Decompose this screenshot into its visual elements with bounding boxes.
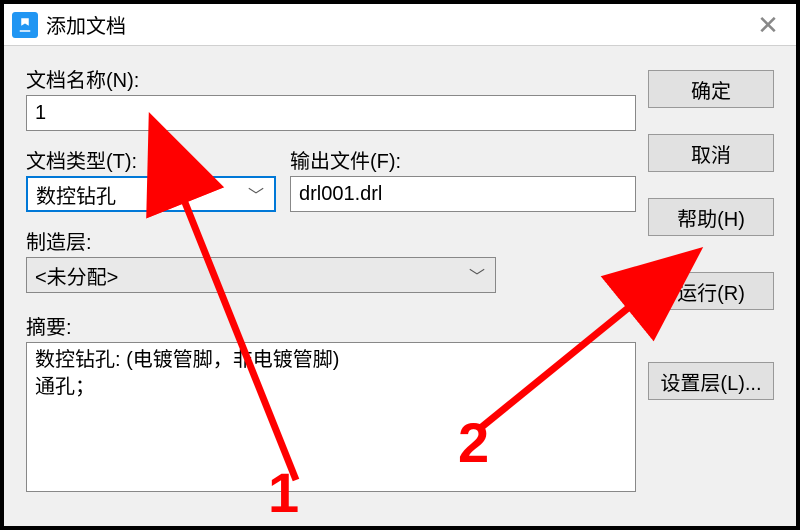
output-file-input[interactable] bbox=[290, 176, 636, 212]
ok-button[interactable]: 确定 bbox=[648, 70, 774, 108]
doc-type-combo[interactable]: 数控钻孔 ﹀ bbox=[26, 176, 276, 212]
output-file-label: 输出文件(F): bbox=[290, 145, 636, 174]
window-title: 添加文档 bbox=[46, 10, 748, 39]
doc-name-input[interactable] bbox=[26, 95, 636, 131]
summary-textarea[interactable]: 数控钻孔: (电镀管脚，非电镀管脚) 通孔； bbox=[26, 342, 636, 492]
mfg-layer-value: <未分配> bbox=[35, 261, 465, 290]
mfg-layer-combo[interactable]: <未分配> ﹀ bbox=[26, 257, 496, 293]
close-icon[interactable]: ✕ bbox=[748, 12, 788, 38]
app-icon bbox=[12, 12, 38, 38]
doc-type-label: 文档类型(T): bbox=[26, 145, 276, 174]
form-area: 文档名称(N): 文档类型(T): 数控钻孔 ﹀ 输出文件(F): 制造层: bbox=[26, 64, 636, 492]
annotation-number-2: 2 bbox=[458, 410, 489, 475]
run-button[interactable]: 运行(R) bbox=[648, 272, 774, 310]
set-layer-button[interactable]: 设置层(L)... bbox=[648, 362, 774, 400]
help-button[interactable]: 帮助(H) bbox=[648, 198, 774, 236]
doc-type-value: 数控钻孔 bbox=[36, 180, 244, 209]
cancel-button[interactable]: 取消 bbox=[648, 134, 774, 172]
doc-name-label: 文档名称(N): bbox=[26, 64, 636, 93]
dialog-window: 添加文档 ✕ 文档名称(N): 文档类型(T): 数控钻孔 ﹀ 输出文件(F): bbox=[0, 0, 800, 530]
chevron-down-icon: ﹀ bbox=[244, 182, 268, 206]
client-area: 文档名称(N): 文档类型(T): 数控钻孔 ﹀ 输出文件(F): 制造层: bbox=[8, 50, 792, 522]
mfg-layer-label: 制造层: bbox=[26, 226, 636, 255]
annotation-number-1: 1 bbox=[268, 460, 299, 525]
titlebar: 添加文档 ✕ bbox=[4, 4, 796, 46]
chevron-down-icon: ﹀ bbox=[465, 263, 489, 287]
summary-label: 摘要: bbox=[26, 311, 636, 340]
button-column: 确定 取消 帮助(H) 运行(R) 设置层(L)... bbox=[648, 70, 774, 400]
